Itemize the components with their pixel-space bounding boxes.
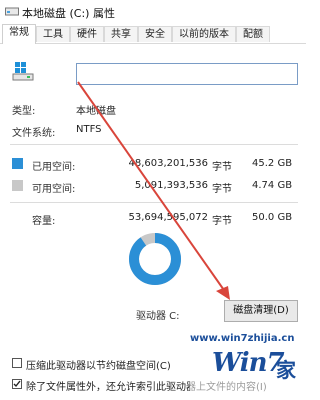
type-value: 本地磁盘 <box>76 106 116 117</box>
tab-general[interactable]: 常规 <box>2 24 36 44</box>
tab-tools[interactable]: 工具 <box>36 26 70 42</box>
tab-quota[interactable]: 配额 <box>236 26 270 42</box>
capacity-label: 容量: <box>32 216 56 227</box>
file-system-value: NTFS <box>76 124 102 135</box>
watermark-suffix: 家 <box>276 358 296 382</box>
title-bar: 本地磁盘 (C:) 属性 <box>0 0 306 24</box>
free-space-swatch <box>12 180 23 191</box>
file-system-label: 文件系统: <box>12 128 56 139</box>
tab-previous-versions[interactable]: 以前的版本 <box>172 26 236 42</box>
free-space-unit: 字节 <box>212 184 232 195</box>
watermark-url: www.win7zhijia.cn <box>190 333 295 344</box>
compress-checkbox[interactable] <box>12 358 22 368</box>
tab-bar: 常规 工具 硬件 共享 安全 以前的版本 配额 <box>0 24 306 44</box>
used-space-unit: 字节 <box>212 162 232 173</box>
drive-icon <box>5 7 19 16</box>
index-checkbox[interactable] <box>12 379 22 389</box>
used-space-swatch <box>12 158 23 169</box>
watermark-logo: Win7 <box>212 348 285 378</box>
type-label: 类型: <box>12 106 36 117</box>
disk-cleanup-button[interactable]: 磁盘清理(D) <box>224 300 298 322</box>
tab-hardware[interactable]: 硬件 <box>70 26 104 42</box>
compress-label: 压缩此驱动器以节约磁盘空间(C) <box>26 361 171 372</box>
drive-name-input[interactable] <box>76 63 298 85</box>
tab-security[interactable]: 安全 <box>138 26 172 42</box>
tab-sharing[interactable]: 共享 <box>104 26 138 42</box>
used-space-label: 已用空间: <box>32 162 76 173</box>
capacity-unit: 字节 <box>212 216 232 227</box>
checkmark-icon <box>13 380 21 388</box>
free-space-label: 可用空间: <box>32 184 76 195</box>
divider <box>10 202 298 203</box>
used-space-size: 45.2 GB <box>252 158 293 169</box>
window-title: 本地磁盘 (C:) 属性 <box>22 7 115 20</box>
capacity-size: 50.0 GB <box>252 212 293 223</box>
free-space-size: 4.74 GB <box>252 180 293 191</box>
drive-icon <box>12 62 34 81</box>
used-space-bytes: 48,603,201,536 <box>128 158 208 169</box>
disk-usage-donut <box>129 233 181 285</box>
used-space-arc <box>129 233 181 285</box>
drive-letter-label: 驱动器 C: <box>136 311 180 322</box>
divider <box>10 144 298 145</box>
capacity-bytes: 53,694,595,072 <box>128 212 208 223</box>
free-space-bytes: 5,091,393,536 <box>134 180 208 191</box>
